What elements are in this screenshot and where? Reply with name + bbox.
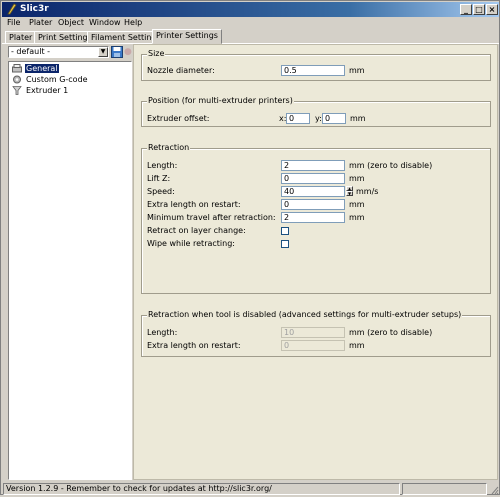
extra-length-label: Extra length on restart: bbox=[147, 200, 241, 209]
group-title: Size bbox=[147, 49, 166, 59]
retract-length-label: Length: bbox=[147, 161, 178, 170]
menu-bar: File Plater Object Window Help bbox=[2, 17, 499, 29]
wipe-checkbox[interactable] bbox=[281, 240, 289, 248]
group-title: Position (for multi-extruder printers) bbox=[147, 96, 294, 106]
status-text: Version 1.2.9 - Remember to check for up… bbox=[3, 483, 400, 495]
tree-item-general[interactable]: General bbox=[12, 64, 59, 74]
retract-layer-change-label: Retract on layer change: bbox=[147, 226, 246, 235]
min-travel-input[interactable]: 2 bbox=[281, 212, 345, 223]
menu-file[interactable]: File bbox=[7, 17, 20, 29]
status-pane bbox=[402, 483, 487, 495]
toolchange-extra-input[interactable]: 0 bbox=[281, 340, 345, 351]
extruder-offset-label: Extruder offset: bbox=[147, 114, 210, 123]
preset-value: - default - bbox=[11, 47, 51, 56]
sidebar: - default - ▼ ● General Custom G-code Ex… bbox=[5, 44, 132, 480]
position-group: Position (for multi-extruder printers) E… bbox=[141, 96, 491, 127]
nozzle-diameter-input[interactable]: 0.5 bbox=[281, 65, 345, 76]
maximize-button[interactable]: □ bbox=[473, 4, 485, 15]
wipe-label: Wipe while retracting: bbox=[147, 239, 235, 248]
toolchange-length-input[interactable]: 10 bbox=[281, 327, 345, 338]
toolchange-extra-label: Extra length on restart: bbox=[147, 341, 241, 350]
tab-printer-settings[interactable]: Printer Settings bbox=[152, 29, 222, 44]
nozzle-diameter-label: Nozzle diameter: bbox=[147, 66, 215, 75]
retract-speed-label: Speed: bbox=[147, 187, 175, 196]
offset-unit: mm bbox=[350, 114, 366, 123]
offset-y-input[interactable]: 0 bbox=[322, 113, 346, 124]
extra-length-unit: mm bbox=[349, 200, 365, 209]
min-travel-unit: mm bbox=[349, 213, 365, 222]
retract-layer-change-checkbox[interactable] bbox=[281, 227, 289, 235]
tree-item-custom-gcode[interactable]: Custom G-code bbox=[12, 75, 89, 85]
toolchange-length-unit: mm (zero to disable) bbox=[349, 328, 433, 337]
cog-icon bbox=[12, 75, 22, 84]
lift-z-unit: mm bbox=[349, 174, 365, 183]
retract-speed-input[interactable]: 40 bbox=[281, 186, 345, 197]
funnel-icon bbox=[12, 86, 22, 95]
size-group: Size Nozzle diameter: 0.5 mm bbox=[141, 49, 491, 81]
menu-object[interactable]: Object bbox=[58, 17, 84, 29]
retract-length-input[interactable]: 2 bbox=[281, 160, 345, 171]
nozzle-diameter-unit: mm bbox=[349, 66, 365, 75]
resize-grip-icon[interactable] bbox=[489, 483, 499, 495]
app-window: Slic3r _ □ × File Plater Object Window H… bbox=[0, 0, 500, 495]
menu-plater[interactable]: Plater bbox=[29, 17, 52, 29]
printer-icon bbox=[12, 64, 22, 73]
chevron-down-icon[interactable]: ▼ bbox=[98, 47, 108, 57]
slic3r-app-icon bbox=[5, 3, 17, 15]
toolchange-extra-unit: mm bbox=[349, 341, 365, 350]
tree-item-label: Custom G-code bbox=[26, 75, 88, 84]
lift-z-input[interactable]: 0 bbox=[281, 173, 345, 184]
tool-disabled-group: Retraction when tool is disabled (advanc… bbox=[141, 310, 491, 357]
group-title: Retraction when tool is disabled (advanc… bbox=[147, 310, 463, 320]
settings-panel: - default - ▼ ● General Custom G-code Ex… bbox=[2, 43, 499, 482]
spin-down-icon[interactable]: ▼ bbox=[346, 191, 353, 196]
speed-spinner[interactable]: ▲ ▼ bbox=[346, 186, 353, 197]
retract-length-unit: mm (zero to disable) bbox=[349, 161, 433, 170]
tree-item-extruder-1[interactable]: Extruder 1 bbox=[12, 86, 69, 96]
toolchange-length-label: Length: bbox=[147, 328, 178, 337]
retraction-group: Retraction Length: 2 mm (zero to disable… bbox=[141, 143, 491, 294]
extra-length-input[interactable]: 0 bbox=[281, 199, 345, 210]
window-title: Slic3r bbox=[20, 4, 49, 14]
tree-item-label: General bbox=[25, 64, 59, 73]
group-title: Retraction bbox=[147, 143, 191, 153]
menu-help[interactable]: Help bbox=[124, 17, 142, 29]
min-travel-label: Minimum travel after retraction: bbox=[147, 213, 276, 222]
settings-tree: General Custom G-code Extruder 1 bbox=[8, 61, 132, 480]
tab-bar: Plater Print Settings Filament Settings … bbox=[2, 29, 499, 44]
save-preset-icon[interactable] bbox=[111, 46, 123, 58]
status-bar: Version 1.2.9 - Remember to check for up… bbox=[2, 483, 499, 495]
minimize-button[interactable]: _ bbox=[460, 4, 472, 15]
delete-preset-icon[interactable]: ● bbox=[124, 47, 132, 57]
offset-x-input[interactable]: 0 bbox=[286, 113, 310, 124]
tree-item-label: Extruder 1 bbox=[26, 86, 69, 95]
lift-z-label: Lift Z: bbox=[147, 174, 171, 183]
preset-select[interactable]: - default - ▼ bbox=[8, 46, 109, 58]
retract-speed-unit: mm/s bbox=[356, 187, 379, 196]
settings-content: Size Nozzle diameter: 0.5 mm Position (f… bbox=[133, 44, 498, 480]
menu-window[interactable]: Window bbox=[89, 17, 121, 29]
offset-y-label: y: bbox=[315, 114, 322, 123]
title-bar: Slic3r _ □ × bbox=[2, 2, 499, 17]
close-button[interactable]: × bbox=[486, 4, 498, 15]
